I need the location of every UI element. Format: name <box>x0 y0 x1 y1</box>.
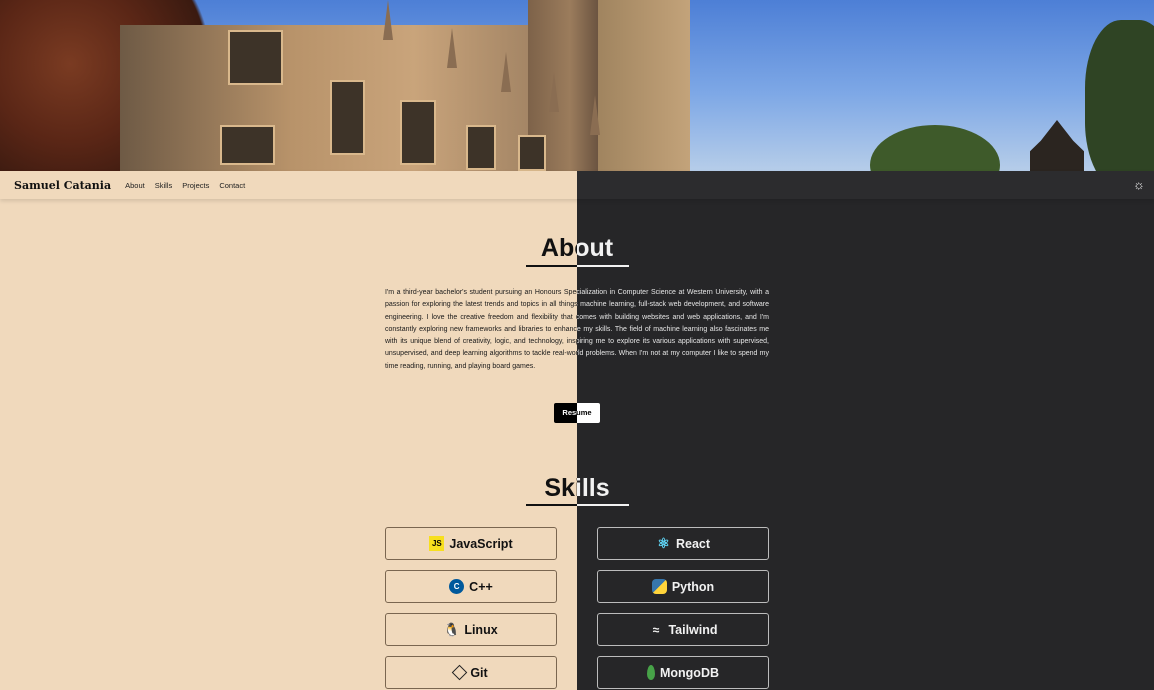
javascript-icon: JS <box>429 536 445 551</box>
castle-tower-face <box>598 0 690 171</box>
sun-icon[interactable]: ☼ <box>1132 178 1146 192</box>
skill-python: Python <box>597 570 769 603</box>
window <box>330 80 365 155</box>
about-underline <box>577 265 629 267</box>
nav-about[interactable]: About <box>125 181 145 190</box>
about-title-left: About <box>527 234 577 268</box>
lamp-post <box>1030 120 1084 171</box>
skill-label: React <box>675 536 711 551</box>
skill-label: C++ <box>469 579 493 594</box>
resume-button[interactable]: Resume <box>577 403 600 423</box>
nav-contact[interactable]: Contact <box>219 181 245 190</box>
skill-label: Python <box>671 579 715 594</box>
skills-title-right: Skills <box>577 474 629 508</box>
navbar-left: Samuel Catania About Skills Projects Con… <box>14 171 245 199</box>
skills-title-left: Skills <box>527 474 577 508</box>
skill-javascript: JS JavaScript <box>385 527 557 560</box>
brand-name[interactable]: Samuel Catania <box>14 179 111 192</box>
about-underline <box>526 265 577 267</box>
navbar: ☼ Samuel Catania About Skills Projects C… <box>0 171 1154 199</box>
skill-label: Tailwind <box>668 622 718 637</box>
about-title: About <box>577 234 614 262</box>
about-paragraph-left: I'm a third-year bachelor's student purs… <box>385 287 577 387</box>
linux-icon: 🐧 <box>443 621 460 637</box>
tree <box>870 125 1000 171</box>
about-paragraph: I'm a third-year bachelor's student purs… <box>577 289 769 358</box>
resume-label: Resume <box>577 408 592 417</box>
hero-image <box>0 0 1154 171</box>
skill-label: Git <box>470 665 488 680</box>
skill-cplusplus: C C++ <box>385 570 557 603</box>
tree <box>1085 20 1154 171</box>
tailwind-icon: ≈ <box>652 622 660 637</box>
about-paragraph: I'm a third-year bachelor's student purs… <box>385 289 577 370</box>
cplusplus-icon: C <box>449 579 465 594</box>
navbar-dark-half: ☼ <box>577 171 1154 199</box>
window <box>400 100 436 165</box>
nav-projects[interactable]: Projects <box>182 181 209 190</box>
skills-underline <box>526 504 577 506</box>
resume-button[interactable]: Resume <box>554 403 577 423</box>
window <box>228 30 283 85</box>
skill-label: Linux <box>464 622 498 637</box>
skills-underline <box>577 504 629 506</box>
git-icon <box>452 664 468 681</box>
about-title-right: About <box>577 234 629 268</box>
skills-title: Skills <box>577 474 610 502</box>
resume-label: Resume <box>562 408 577 417</box>
about-title: About <box>540 234 577 262</box>
mongodb-icon <box>646 665 655 680</box>
window <box>220 125 275 165</box>
skill-mongodb: MongoDB <box>597 656 769 689</box>
skill-label: MongoDB <box>659 665 719 680</box>
skill-git: Git <box>385 656 557 689</box>
react-icon: ⚛ <box>657 535 670 551</box>
python-icon <box>651 579 667 594</box>
skill-linux: 🐧 Linux <box>385 613 557 646</box>
skill-tailwind: ≈ Tailwind <box>597 613 769 646</box>
window <box>518 135 546 171</box>
skill-label: JavaScript <box>449 536 513 551</box>
spire <box>383 0 393 40</box>
window <box>466 125 496 170</box>
skill-react: ⚛ React <box>597 527 769 560</box>
about-paragraph-right: I'm a third-year bachelor's student purs… <box>577 287 769 387</box>
skills-title: Skills <box>544 474 577 502</box>
nav-skills[interactable]: Skills <box>155 181 173 190</box>
